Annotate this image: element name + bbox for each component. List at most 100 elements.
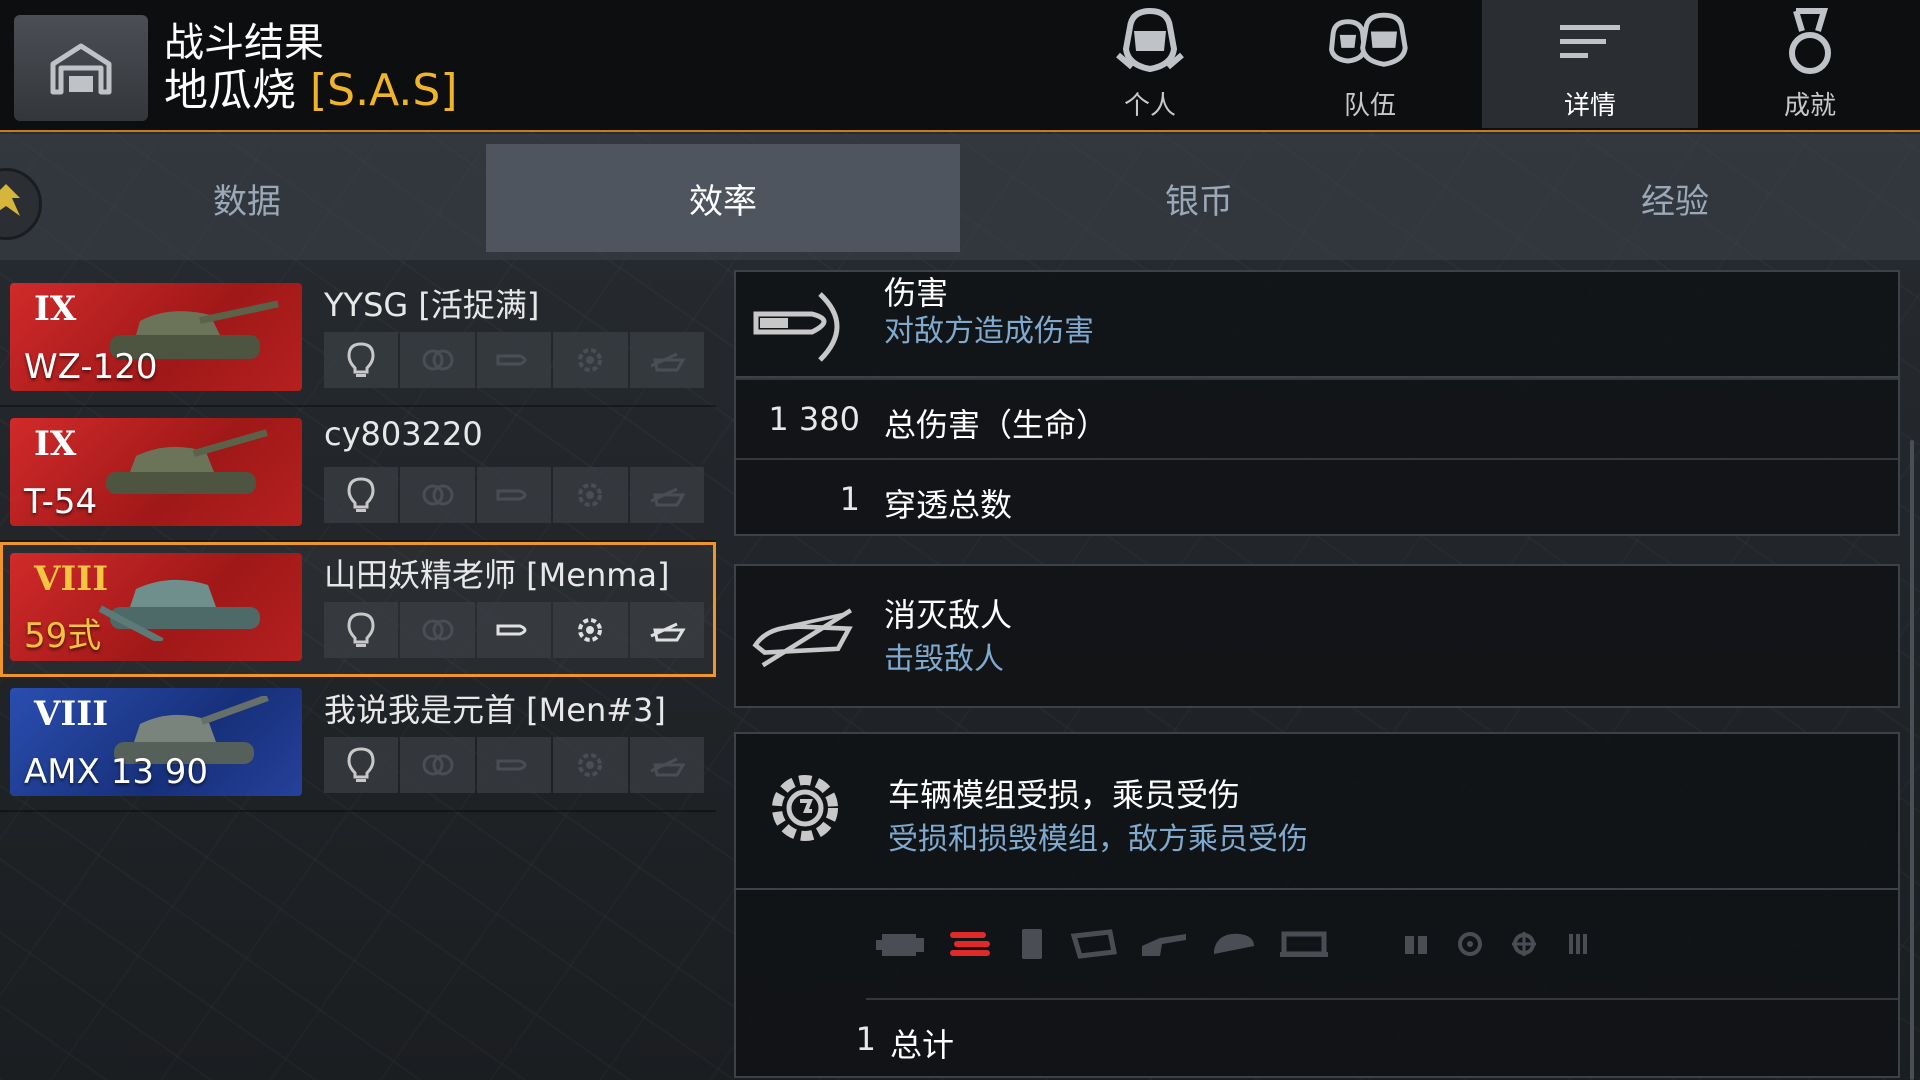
page-title: 战斗结果 bbox=[164, 20, 324, 66]
damage-section: 伤害 对敌方造成伤害 1 380 总伤害（生命） 1 穿透总数 bbox=[734, 270, 1900, 536]
damage-desc: 对敌方造成伤害 bbox=[884, 314, 1094, 349]
tank-name: 59式 bbox=[24, 616, 102, 656]
badge-row bbox=[324, 602, 705, 658]
stat-row: 1 穿透总数 bbox=[736, 458, 1898, 538]
turret-icon bbox=[1210, 926, 1258, 962]
tank-silhouette-icon bbox=[106, 429, 268, 494]
tank-tier: VIII bbox=[34, 694, 109, 734]
spotting-icon bbox=[324, 332, 399, 388]
home-button[interactable] bbox=[14, 15, 148, 121]
hangar-icon bbox=[50, 43, 112, 95]
player-row-selected[interactable]: VIII 59式 山田妖精老师 [Menma] bbox=[0, 542, 716, 677]
assist-icon bbox=[400, 467, 475, 523]
subtab-bar: 数据 效率 银币 经验 bbox=[0, 134, 1920, 260]
stat-row-total: 1 总计 bbox=[856, 998, 1898, 1078]
tank-name: WZ-120 bbox=[24, 347, 158, 387]
player-list: IX WZ-120 YYSG [活捉满] IX T-54 cy803220 VI… bbox=[0, 272, 716, 812]
player-row[interactable]: IX WZ-120 YYSG [活捉满] bbox=[0, 272, 716, 407]
subtab-experience[interactable]: 经验 bbox=[1438, 144, 1912, 252]
team-helmets-icon bbox=[1325, 3, 1415, 83]
module-icon-row bbox=[736, 890, 1898, 998]
module-gear-icon bbox=[750, 766, 860, 850]
spotting-icon bbox=[324, 737, 399, 793]
stat-label: 穿透总数 bbox=[884, 486, 1013, 524]
tank-card: IX WZ-120 bbox=[10, 283, 302, 391]
modules-section: 车辆模组受损，乘员受伤 受损和损毁模组，敌方乘员受伤 1 总计 bbox=[734, 732, 1900, 1078]
loader-shells-icon bbox=[1562, 926, 1594, 962]
modules-title: 车辆模组受损，乘员受伤 bbox=[888, 776, 1241, 814]
module-gear-icon bbox=[553, 467, 628, 523]
module-gear-icon bbox=[553, 332, 628, 388]
player-title: 地瓜烧 [S.A.S] bbox=[164, 66, 458, 116]
damage-shell-icon bbox=[750, 284, 860, 368]
tab-achievements[interactable]: 成就 bbox=[1702, 0, 1918, 128]
engine-icon bbox=[876, 926, 924, 962]
total-value: 1 bbox=[855, 1020, 876, 1058]
personal-helmet-icon bbox=[1105, 3, 1195, 83]
kill-tank-icon bbox=[629, 467, 705, 523]
player-clan: [S.A.S] bbox=[310, 65, 458, 116]
tank-name: AMX 13 90 bbox=[24, 752, 209, 792]
driver-wheel-icon bbox=[1454, 926, 1486, 962]
tab-personal-label: 个人 bbox=[1123, 91, 1176, 121]
tab-details[interactable]: 详情 bbox=[1482, 0, 1698, 128]
subtab-credits[interactable]: 银币 bbox=[962, 144, 1436, 252]
tank-card: IX T-54 bbox=[10, 418, 302, 526]
assist-icon bbox=[400, 737, 475, 793]
ammo-rack-icon bbox=[1016, 926, 1048, 962]
tab-team[interactable]: 队伍 bbox=[1262, 0, 1478, 128]
stat-value: 1 380 bbox=[768, 400, 860, 438]
modules-section-header: 车辆模组受损，乘员受伤 受损和损毁模组，敌方乘员受伤 bbox=[736, 734, 1898, 890]
damage-shell-icon bbox=[476, 467, 552, 523]
tank-card: VIII 59式 bbox=[10, 553, 302, 661]
stat-row: 1 380 总伤害（生命） bbox=[736, 378, 1898, 458]
efficiency-panel: 伤害 对敌方造成伤害 1 380 总伤害（生命） 1 穿透总数 消灭敌人 击毁敌… bbox=[734, 270, 1900, 1078]
module-gear-icon bbox=[553, 737, 628, 793]
kill-tank-icon bbox=[629, 602, 705, 658]
module-gear-icon bbox=[553, 602, 628, 658]
tank-name: T-54 bbox=[24, 482, 98, 522]
tab-achievements-label: 成就 bbox=[1783, 91, 1836, 121]
damage-shell-icon bbox=[476, 602, 552, 658]
tank-tier: IX bbox=[34, 424, 77, 464]
details-lines-icon bbox=[1545, 3, 1635, 83]
tank-tier: VIII bbox=[34, 559, 109, 599]
subtab-efficiency[interactable]: 效率 bbox=[486, 144, 960, 252]
gunner-crosshair-icon bbox=[1508, 926, 1540, 962]
assist-icon bbox=[400, 332, 475, 388]
tank-card: VIII AMX 13 90 bbox=[10, 688, 302, 796]
player-name: 我说我是元首 [Men#3] bbox=[324, 691, 666, 729]
kills-desc: 击毁敌人 bbox=[884, 642, 1004, 677]
assist-icon bbox=[400, 602, 475, 658]
damage-shell-icon bbox=[476, 332, 552, 388]
badge-row bbox=[324, 332, 705, 388]
player-name: YYSG [活捉满] bbox=[324, 286, 540, 324]
stat-value: 1 bbox=[839, 480, 860, 518]
stat-label: 总伤害（生命） bbox=[884, 406, 1109, 444]
badge-row bbox=[324, 467, 705, 523]
player-row[interactable]: VIII AMX 13 90 我说我是元首 [Men#3] bbox=[0, 677, 716, 812]
tracks-damaged-icon bbox=[946, 926, 994, 962]
kills-section: 消灭敌人 击毁敌人 bbox=[734, 564, 1900, 708]
damage-section-header: 伤害 对敌方造成伤害 bbox=[736, 272, 1898, 378]
badge-row bbox=[324, 737, 705, 793]
commander-binoculars-icon bbox=[1400, 926, 1432, 962]
header: 战斗结果 地瓜烧 [S.A.S] 个人 队伍 详情 成就 bbox=[0, 0, 1920, 132]
spotting-icon bbox=[324, 602, 399, 658]
kill-tank-icon bbox=[750, 594, 860, 678]
modules-desc: 受损和损毁模组，敌方乘员受伤 bbox=[888, 822, 1308, 857]
kill-tank-icon bbox=[629, 737, 705, 793]
player-name: 地瓜烧 bbox=[164, 65, 296, 116]
fuel-tank-icon bbox=[1070, 926, 1118, 962]
total-label: 总计 bbox=[890, 1026, 955, 1064]
spotting-icon bbox=[324, 467, 399, 523]
scrollbar[interactable] bbox=[1910, 440, 1914, 1080]
title-block: 战斗结果 地瓜烧 [S.A.S] bbox=[164, 20, 458, 116]
subtab-data[interactable]: 数据 bbox=[10, 144, 484, 252]
tab-details-label: 详情 bbox=[1563, 91, 1616, 121]
player-name: 山田妖精老师 [Menma] bbox=[324, 556, 670, 594]
player-row[interactable]: IX T-54 cy803220 bbox=[0, 407, 716, 542]
kills-title: 消灭敌人 bbox=[884, 596, 1013, 634]
tab-personal[interactable]: 个人 bbox=[1042, 0, 1258, 128]
gun-icon bbox=[1140, 926, 1188, 962]
